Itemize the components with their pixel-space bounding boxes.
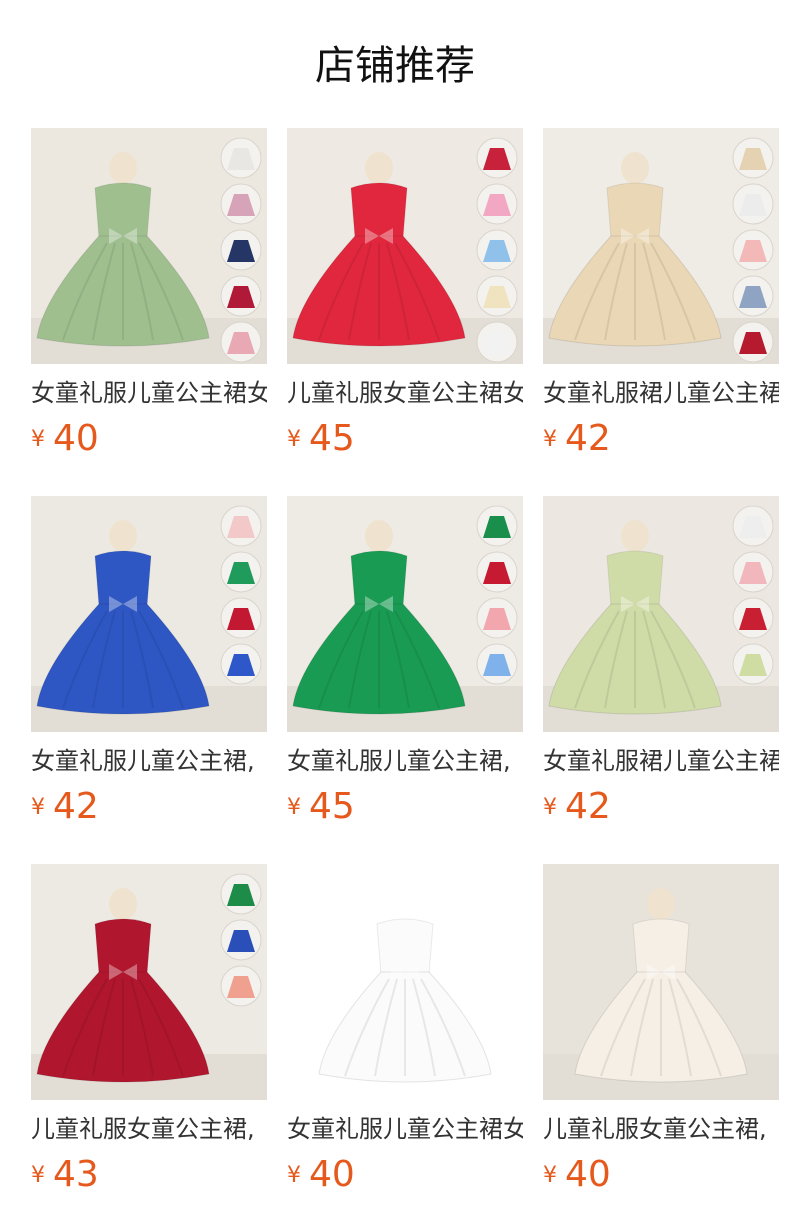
store-recommendation-page: 店铺推荐 女童礼服儿童公主裙女 ¥40 儿童礼服女童公主裙女 ¥45 女童礼服裙儿童公主… xyxy=(0,0,790,1232)
price-amount: 45 xyxy=(309,786,355,827)
dress-illustration xyxy=(31,864,267,1100)
product-price: ¥40 xyxy=(287,1150,355,1200)
product-image[interactable] xyxy=(31,864,267,1100)
dress-illustration xyxy=(543,864,779,1100)
dress-bodice xyxy=(350,550,408,607)
currency-symbol: ¥ xyxy=(31,1163,45,1188)
dress-bodice xyxy=(632,918,690,975)
mannequin-head xyxy=(365,152,393,184)
product-image[interactable] xyxy=(287,864,523,1100)
product-image[interactable] xyxy=(543,496,779,732)
product-name[interactable]: 儿童礼服女童公主裙, xyxy=(543,1112,779,1146)
product-card[interactable]: 女童礼服儿童公主裙, ¥42 xyxy=(31,496,267,864)
section-title: 店铺推荐 xyxy=(315,43,475,89)
dress-illustration xyxy=(287,864,523,1100)
currency-symbol: ¥ xyxy=(31,427,45,452)
dress-illustration xyxy=(287,128,523,364)
currency-symbol: ¥ xyxy=(287,1163,301,1188)
currency-symbol: ¥ xyxy=(287,427,301,452)
dress-bodice xyxy=(376,918,434,975)
product-card[interactable]: 女童礼服儿童公主裙, ¥45 xyxy=(287,496,523,864)
product-image[interactable] xyxy=(287,496,523,732)
mannequin-head xyxy=(109,520,137,552)
dress-bodice xyxy=(606,182,664,239)
product-card[interactable]: 儿童礼服女童公主裙女 ¥45 xyxy=(287,128,523,496)
product-price: ¥42 xyxy=(543,782,611,832)
product-card[interactable]: 儿童礼服女童公主裙, ¥43 xyxy=(31,864,267,1232)
mannequin-head xyxy=(621,520,649,552)
product-name[interactable]: 女童礼服裙儿童公主裙 xyxy=(543,744,779,778)
product-name[interactable]: 女童礼服裙儿童公主裙 xyxy=(543,376,779,410)
product-name[interactable]: 女童礼服儿童公主裙, xyxy=(287,744,523,778)
dress-bodice xyxy=(606,550,664,607)
price-amount: 45 xyxy=(309,418,355,459)
product-price: ¥45 xyxy=(287,782,355,832)
product-image[interactable] xyxy=(543,864,779,1100)
product-image[interactable] xyxy=(31,128,267,364)
price-amount: 42 xyxy=(565,418,611,459)
mannequin-head xyxy=(621,152,649,184)
product-name[interactable]: 儿童礼服女童公主裙, xyxy=(31,1112,267,1146)
dress-illustration xyxy=(543,128,779,364)
product-card[interactable]: 女童礼服裙儿童公主裙 ¥42 xyxy=(543,128,779,496)
dress-illustration xyxy=(31,128,267,364)
dress-bodice xyxy=(94,550,152,607)
price-amount: 40 xyxy=(565,1154,611,1195)
product-price: ¥42 xyxy=(543,414,611,464)
product-name[interactable]: 女童礼服儿童公主裙女 xyxy=(31,376,267,410)
mannequin-head xyxy=(647,888,675,920)
product-price: ¥40 xyxy=(543,1150,611,1200)
product-card[interactable]: 女童礼服儿童公主裙女 ¥40 xyxy=(287,864,523,1232)
product-card[interactable]: 女童礼服儿童公主裙女 ¥40 xyxy=(31,128,267,496)
product-image[interactable] xyxy=(543,128,779,364)
dress-bodice xyxy=(94,918,152,975)
price-amount: 42 xyxy=(565,786,611,827)
product-price: ¥45 xyxy=(287,414,355,464)
product-card[interactable]: 儿童礼服女童公主裙, ¥40 xyxy=(543,864,779,1232)
product-grid: 女童礼服儿童公主裙女 ¥40 儿童礼服女童公主裙女 ¥45 女童礼服裙儿童公主裙 ¥42 女… xyxy=(31,128,779,1232)
price-amount: 40 xyxy=(53,418,99,459)
price-amount: 43 xyxy=(53,1154,99,1195)
currency-symbol: ¥ xyxy=(543,795,557,820)
mannequin-head xyxy=(365,520,393,552)
product-card[interactable]: 女童礼服裙儿童公主裙 ¥42 xyxy=(543,496,779,864)
dress-illustration xyxy=(31,496,267,732)
product-price: ¥43 xyxy=(31,1150,99,1200)
product-name[interactable]: 女童礼服儿童公主裙, xyxy=(31,744,267,778)
dress-illustration xyxy=(287,496,523,732)
product-price: ¥40 xyxy=(31,414,99,464)
dress-illustration xyxy=(543,496,779,732)
product-price: ¥42 xyxy=(31,782,99,832)
currency-symbol: ¥ xyxy=(287,795,301,820)
currency-symbol: ¥ xyxy=(543,427,557,452)
dress-bodice xyxy=(350,182,408,239)
price-amount: 40 xyxy=(309,1154,355,1195)
product-name[interactable]: 女童礼服儿童公主裙女 xyxy=(287,1112,523,1146)
currency-symbol: ¥ xyxy=(31,795,45,820)
currency-symbol: ¥ xyxy=(543,1163,557,1188)
dress-bodice xyxy=(94,182,152,239)
mannequin-head xyxy=(109,152,137,184)
product-image[interactable] xyxy=(287,128,523,364)
price-amount: 42 xyxy=(53,786,99,827)
product-image[interactable] xyxy=(31,496,267,732)
mannequin-head xyxy=(109,888,137,920)
product-name[interactable]: 儿童礼服女童公主裙女 xyxy=(287,376,523,410)
